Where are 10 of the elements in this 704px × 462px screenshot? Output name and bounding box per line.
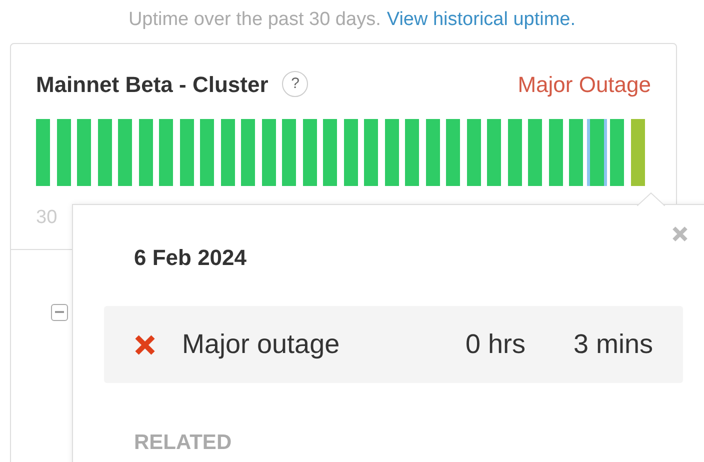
outage-hours: 0 hrs: [465, 328, 526, 362]
help-icon[interactable]: ?: [282, 71, 308, 97]
historical-uptime-link[interactable]: View historical uptime.: [386, 6, 576, 34]
outage-minutes: 3 mins: [573, 328, 653, 362]
related-heading: RELATED: [134, 430, 233, 456]
outage-label: Major outage: [182, 328, 340, 362]
caption-text: Uptime over the past 30 days.: [128, 8, 381, 32]
component-name: Mainnet Beta - Cluster: [36, 70, 268, 98]
status-text: Major Outage: [518, 70, 651, 99]
popover-date: 6 Feb 2024: [134, 244, 248, 272]
